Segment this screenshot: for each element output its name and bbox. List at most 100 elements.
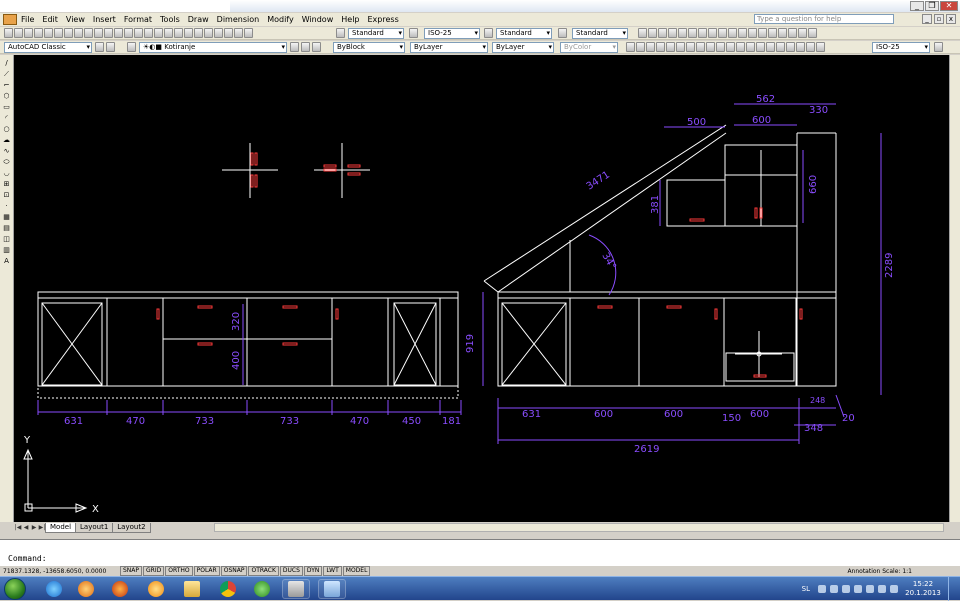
- multileader-style-combo[interactable]: Standard: [572, 28, 628, 39]
- dim-style-icon[interactable]: [409, 28, 418, 38]
- table-style-icon[interactable]: [484, 28, 493, 38]
- offset-icon[interactable]: [798, 28, 807, 38]
- minimize-button[interactable]: _: [910, 1, 924, 11]
- polar-toggle[interactable]: POLAR: [193, 566, 220, 576]
- angular-icon[interactable]: [696, 42, 705, 52]
- menu-dimension[interactable]: Dimension: [213, 13, 264, 26]
- polygon-icon[interactable]: ⬡: [2, 92, 11, 100]
- stretch-icon[interactable]: [708, 28, 717, 38]
- ordinate-icon[interactable]: [656, 42, 665, 52]
- tray-utorrent-icon[interactable]: [842, 585, 850, 593]
- save-icon[interactable]: [24, 28, 33, 38]
- snap-toggle[interactable]: SNAP: [120, 566, 143, 576]
- layer-combo[interactable]: ☀◐■ Kotiranje: [139, 42, 287, 53]
- chrome-button[interactable]: [214, 579, 242, 599]
- text-style-icon[interactable]: [336, 28, 345, 38]
- close-button[interactable]: ✕: [940, 1, 958, 11]
- scale-icon[interactable]: [698, 28, 707, 38]
- plot-icon[interactable]: [34, 28, 43, 38]
- chamfer-icon[interactable]: [758, 28, 767, 38]
- workspace-settings-icon[interactable]: [95, 42, 104, 52]
- jogged-icon[interactable]: [676, 42, 685, 52]
- menu-view[interactable]: View: [62, 13, 89, 26]
- vertical-scrollbar[interactable]: [949, 55, 960, 522]
- tray-arrow-icon[interactable]: [818, 585, 826, 593]
- table-style-combo[interactable]: Standard: [496, 28, 552, 39]
- zoom-realtime-icon[interactable]: [154, 28, 163, 38]
- utorrent-button[interactable]: [248, 579, 276, 599]
- linetype-combo[interactable]: ByLayer: [410, 42, 488, 53]
- dim-style-combo-right[interactable]: ISO-25: [872, 42, 930, 53]
- mirror-icon[interactable]: [808, 28, 817, 38]
- undo-icon[interactable]: [124, 28, 133, 38]
- gradient-icon[interactable]: ▤: [2, 224, 11, 232]
- show-desktop-button[interactable]: [948, 577, 956, 601]
- layer-previous-icon[interactable]: [301, 42, 310, 52]
- lwt-toggle[interactable]: LWT: [323, 566, 342, 576]
- menu-edit[interactable]: Edit: [38, 13, 62, 26]
- drawing-canvas[interactable]: 631 470 733 733 470 450 181 320 400 562 …: [14, 55, 949, 522]
- array-icon[interactable]: [678, 28, 687, 38]
- make-block-icon[interactable]: ⊡: [2, 191, 11, 199]
- otrack-toggle[interactable]: OTRACK: [248, 566, 279, 576]
- drawing-minimize-button[interactable]: _: [922, 14, 932, 24]
- drawing-restore-button[interactable]: ▫: [934, 14, 944, 24]
- revcloud-icon[interactable]: ☁: [2, 136, 11, 144]
- clock[interactable]: 15:22 20.1.2013: [902, 580, 944, 598]
- rectangle-icon[interactable]: ▭: [2, 103, 11, 111]
- tray-app-icon[interactable]: [830, 585, 838, 593]
- multileader-style-icon[interactable]: [558, 28, 567, 38]
- redo-icon[interactable]: [134, 28, 143, 38]
- markup-icon[interactable]: [224, 28, 233, 38]
- prev-tab-arrow-icon[interactable]: ◀: [22, 523, 30, 532]
- help-icon[interactable]: [244, 28, 253, 38]
- paste-icon[interactable]: [94, 28, 103, 38]
- continue-icon[interactable]: [726, 42, 735, 52]
- rotate-icon[interactable]: [688, 28, 697, 38]
- trim-icon[interactable]: [718, 28, 727, 38]
- orange-app-button[interactable]: [142, 579, 170, 599]
- tab-layout2[interactable]: Layout2: [112, 522, 151, 533]
- aligned-dim-icon[interactable]: [636, 42, 645, 52]
- calculator-icon[interactable]: [234, 28, 243, 38]
- block-editor-icon[interactable]: [114, 28, 123, 38]
- insert-block-icon[interactable]: ⊞: [2, 180, 11, 188]
- dim-edit-icon[interactable]: [796, 42, 805, 52]
- firefox-button[interactable]: [106, 579, 134, 599]
- center-mark-icon[interactable]: [766, 42, 775, 52]
- ellipse-arc-icon[interactable]: ◡: [2, 169, 11, 177]
- internet-explorer-button[interactable]: [40, 579, 68, 599]
- start-orb-icon[interactable]: [4, 578, 26, 600]
- autocad-task-button[interactable]: [282, 579, 310, 599]
- menu-file[interactable]: File: [17, 13, 38, 26]
- arc-icon[interactable]: ◜: [2, 114, 11, 122]
- sheet-set-icon[interactable]: [214, 28, 223, 38]
- move-icon[interactable]: [668, 28, 677, 38]
- file-explorer-button[interactable]: [178, 579, 206, 599]
- menu-draw[interactable]: Draw: [184, 13, 213, 26]
- menu-help[interactable]: Help: [337, 13, 363, 26]
- workspace-combo[interactable]: AutoCAD Classic: [4, 42, 92, 53]
- dim-update-icon[interactable]: [816, 42, 825, 52]
- tab-layout1[interactable]: Layout1: [75, 522, 114, 533]
- 3d-dwf-icon[interactable]: [64, 28, 73, 38]
- menu-express[interactable]: Express: [364, 13, 403, 26]
- menu-window[interactable]: Window: [298, 13, 338, 26]
- dyn-toggle[interactable]: DYN: [303, 566, 323, 576]
- power-icon[interactable]: [878, 585, 886, 593]
- cut-icon[interactable]: [74, 28, 83, 38]
- dim-break-icon[interactable]: [746, 42, 755, 52]
- erase-icon[interactable]: [788, 28, 797, 38]
- circle-icon[interactable]: ○: [2, 125, 11, 133]
- region-icon[interactable]: ◫: [2, 235, 11, 243]
- ortho-toggle[interactable]: ORTHO: [165, 566, 193, 576]
- dim-style-combo[interactable]: ISO-25: [424, 28, 480, 39]
- restore-button[interactable]: ❐: [925, 1, 939, 11]
- spline-icon[interactable]: ∿: [2, 147, 11, 155]
- polyline-icon[interactable]: ⌐: [2, 81, 11, 89]
- network-icon[interactable]: [866, 585, 874, 593]
- fillet-icon[interactable]: [768, 28, 777, 38]
- text-style-combo[interactable]: Standard: [348, 28, 404, 39]
- paint-task-button[interactable]: [318, 579, 346, 599]
- break-icon[interactable]: [738, 28, 747, 38]
